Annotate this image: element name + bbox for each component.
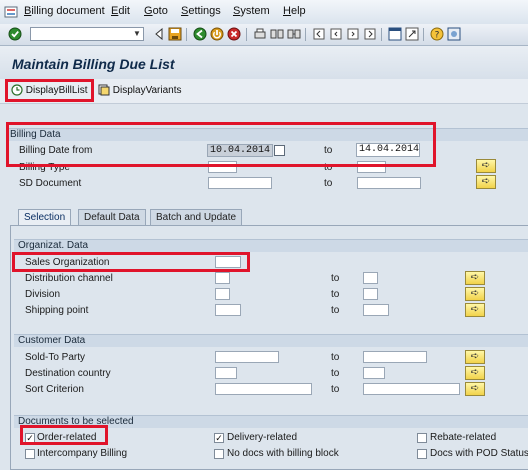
first-page-icon[interactable] [312, 27, 326, 41]
destination-country-to-input[interactable] [363, 367, 385, 379]
variants-icon [98, 84, 110, 96]
intercompany-billing-label: Intercompany Billing [37, 448, 128, 459]
highlight-box-display-bill-list [5, 79, 94, 102]
sold-to-party-multiple-selection-button[interactable]: ➪ [465, 350, 485, 364]
page-title: Maintain Billing Due List [12, 56, 175, 72]
delivery-related-label: Delivery-related [227, 432, 298, 443]
sd-document-to-label: to [324, 178, 333, 189]
sd-document-to-input[interactable] [357, 177, 421, 189]
customer-data-header: Customer Data [14, 334, 528, 347]
highlight-box-billing-date [6, 122, 436, 167]
svg-text:?: ? [435, 31, 440, 41]
distribution-channel-from-input[interactable] [215, 272, 230, 284]
sd-document-from-input[interactable] [208, 177, 272, 189]
destination-country-label: Destination country [25, 368, 111, 379]
find-next-icon[interactable] [287, 27, 301, 41]
last-page-icon[interactable] [363, 27, 377, 41]
save-icon[interactable] [168, 27, 182, 41]
sold-to-party-to-input[interactable] [363, 351, 427, 363]
sap-menu-icon[interactable] [4, 5, 18, 19]
no-docs-with-billing-block-label: No docs with billing block [227, 448, 339, 459]
customize-layout-icon[interactable] [447, 27, 461, 41]
toolbar-separator [246, 28, 247, 41]
rebate-related-checkbox[interactable] [417, 433, 427, 443]
sd-document-label: SD Document [19, 178, 82, 189]
menu-system[interactable]: System [233, 5, 270, 17]
toolbar-separator [423, 28, 424, 41]
sort-criterion-from-input[interactable] [215, 383, 312, 395]
tab-strip: Selection Default Data Batch and Update [10, 209, 522, 225]
menu-help[interactable]: Help [283, 5, 306, 17]
docs-with-pod-status-checkbox[interactable] [417, 449, 427, 459]
division-label: Division [25, 289, 61, 300]
toolbar-separator [381, 28, 382, 41]
distribution-channel-multiple-selection-button[interactable]: ➪ [465, 271, 485, 285]
organizational-data-header: Organizat. Data [14, 239, 528, 252]
distribution-channel-to-input[interactable] [363, 272, 378, 284]
menu-goto[interactable]: Goto [144, 5, 168, 17]
tab-selection[interactable]: Selection [18, 209, 72, 225]
help-icon[interactable]: ? [430, 27, 444, 41]
shipping-point-to-input[interactable] [363, 304, 389, 316]
cancel-icon[interactable] [227, 27, 241, 41]
intercompany-billing-checkbox[interactable] [25, 449, 35, 459]
command-field[interactable]: ▼ [30, 27, 144, 41]
sort-criterion-to-input[interactable] [363, 383, 460, 395]
back-icon[interactable] [193, 27, 207, 41]
division-from-input[interactable] [215, 288, 230, 300]
menu-edit[interactable]: Edit [111, 5, 130, 17]
sort-criterion-multiple-selection-button[interactable]: ➪ [465, 382, 485, 396]
highlight-box-sales-organization [12, 252, 250, 272]
sd-document-multiple-selection-button[interactable]: ➪ [476, 175, 496, 189]
destination-country-multiple-selection-button[interactable]: ➪ [465, 366, 485, 380]
previous-page-icon[interactable] [329, 27, 343, 41]
exit-icon[interactable] [210, 27, 224, 41]
enter-checkmark-icon[interactable] [8, 27, 22, 41]
shipping-point-from-input[interactable] [215, 304, 241, 316]
sort-criterion-to-label: to [331, 384, 340, 395]
sold-to-party-to-label: to [331, 352, 340, 363]
shortcut-icon[interactable] [405, 27, 419, 41]
shipping-point-multiple-selection-button[interactable]: ➪ [465, 303, 485, 317]
display-variants-button[interactable]: DisplayVariants [98, 83, 182, 99]
docs-with-pod-status-label: Docs with POD Status [430, 448, 528, 459]
destination-country-to-label: to [331, 368, 340, 379]
shipping-point-to-label: to [331, 305, 340, 316]
tab-default-data[interactable]: Default Data [78, 209, 146, 225]
back-arrow-small-icon[interactable] [152, 27, 166, 41]
menu-billing-document[interactable]: Billing document [24, 5, 105, 17]
title-bar: Maintain Billing Due List [0, 46, 528, 79]
sold-to-party-from-input[interactable] [215, 351, 279, 363]
no-docs-with-billing-block-checkbox[interactable] [214, 449, 224, 459]
distribution-channel-to-label: to [331, 273, 340, 284]
chevron-down-icon[interactable]: ▼ [131, 28, 143, 40]
sold-to-party-label: Sold-To Party [25, 352, 86, 363]
tab-batch-and-update[interactable]: Batch and Update [150, 209, 243, 225]
toolbar-separator [186, 28, 187, 41]
rebate-related-label: Rebate-related [430, 432, 497, 443]
distribution-channel-label: Distribution channel [25, 273, 113, 284]
delivery-related-checkbox[interactable]: ✓ [214, 433, 224, 443]
toolbar-separator [305, 28, 306, 41]
division-to-input[interactable] [363, 288, 378, 300]
highlight-box-order-related [20, 425, 108, 445]
menu-settings[interactable]: Settings [181, 5, 221, 17]
billing-type-multiple-selection-button[interactable]: ➪ [476, 159, 496, 173]
shipping-point-label: Shipping point [25, 305, 89, 316]
division-multiple-selection-button[interactable]: ➪ [465, 287, 485, 301]
menu-bar: Billing document Edit Goto Settings Syst… [0, 0, 528, 25]
print-icon[interactable] [253, 27, 267, 41]
find-icon[interactable] [270, 27, 284, 41]
destination-country-from-input[interactable] [215, 367, 237, 379]
next-page-icon[interactable] [346, 27, 360, 41]
division-to-label: to [331, 289, 340, 300]
sort-criterion-label: Sort Criterion [25, 384, 84, 395]
new-session-icon[interactable] [388, 27, 402, 41]
